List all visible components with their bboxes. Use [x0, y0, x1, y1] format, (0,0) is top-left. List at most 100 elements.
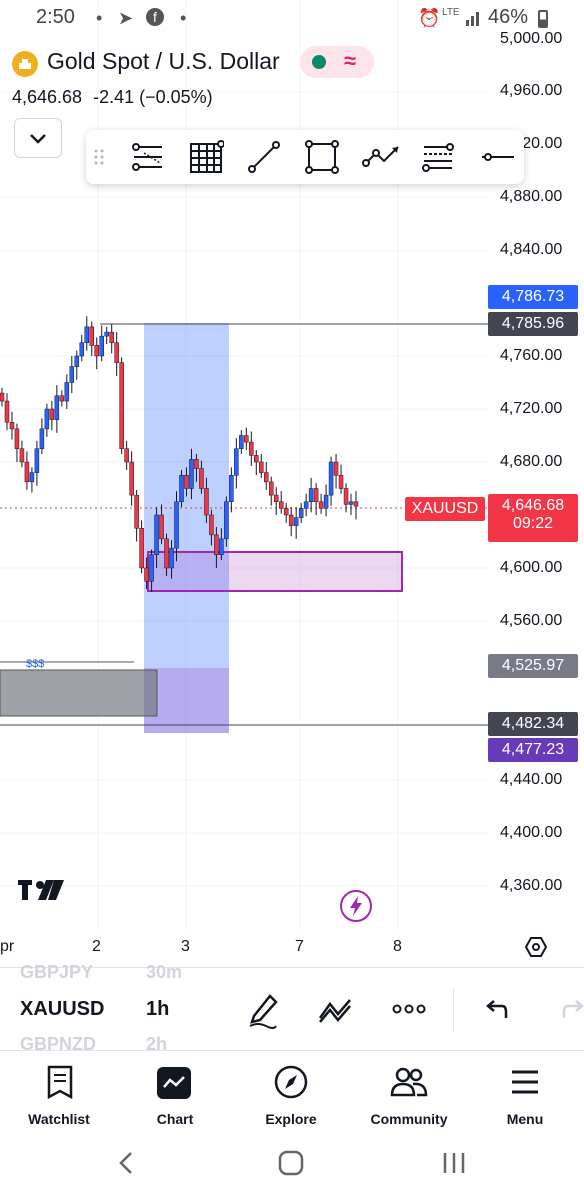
grid-icon[interactable] [188, 139, 224, 175]
trend-angle-icon[interactable] [130, 139, 166, 175]
price-label: 4,840.00 [500, 241, 563, 258]
purple-demand-zone [147, 551, 403, 592]
compass-icon [274, 1065, 308, 1099]
candle [164, 538, 169, 569]
market-open-dot [312, 55, 326, 69]
redo-icon[interactable] [560, 996, 584, 1024]
nav-label: Menu [506, 1111, 544, 1127]
settings-hex-icon[interactable] [524, 935, 548, 959]
collapse-button[interactable] [14, 118, 62, 158]
candle [99, 335, 104, 357]
indicators-icon[interactable] [316, 992, 356, 1028]
horizontal-line-icon[interactable] [480, 139, 516, 175]
telegram-icon: ➤ [118, 8, 134, 28]
candle [199, 468, 204, 489]
dot-icon: • [96, 8, 103, 28]
time-axis[interactable]: pr 2 3 7 8 [0, 930, 584, 966]
nav-menu[interactable]: Menu [470, 1059, 580, 1135]
nav-community[interactable]: Community [354, 1059, 464, 1135]
candle [273, 494, 279, 502]
back-icon[interactable] [115, 1150, 139, 1176]
candle [129, 461, 134, 496]
candle [124, 448, 129, 463]
candle [4, 400, 10, 423]
candle [313, 488, 319, 502]
candle [194, 459, 199, 469]
nav-label: Watchlist [28, 1111, 90, 1127]
candle [308, 488, 314, 502]
nav-label: Chart [156, 1111, 194, 1127]
menu-icon [512, 1070, 538, 1094]
chevron-down-icon [30, 134, 46, 144]
nav-label: Explore [265, 1111, 317, 1127]
symbol-title[interactable]: Gold Spot / U.S. Dollar [47, 48, 280, 75]
rectangle-icon[interactable] [304, 139, 340, 175]
battery-icon [538, 10, 548, 28]
nav-explore[interactable]: Explore [236, 1059, 346, 1135]
path-icon[interactable] [362, 139, 404, 175]
candle [254, 455, 259, 463]
price-tag-blue: 4,786.73 [488, 285, 578, 309]
current-symbol[interactable]: XAUUSD [20, 998, 104, 1021]
draw-pen-icon[interactable] [246, 990, 280, 1030]
candle [179, 475, 184, 502]
alarm-icon: ⏰ [418, 8, 441, 28]
candle [44, 408, 50, 430]
prev-interval[interactable]: 30m [146, 962, 182, 983]
system-nav[interactable] [0, 1136, 584, 1200]
candle [229, 475, 234, 502]
candle [104, 331, 109, 337]
drag-handle-icon[interactable] [92, 139, 106, 175]
gold-symbol-icon [12, 51, 38, 77]
candle [209, 514, 214, 536]
price-tag-level: 4,785.96 [488, 312, 578, 336]
candle [149, 554, 154, 582]
candle [29, 472, 35, 483]
candle [94, 345, 99, 357]
candle [219, 538, 224, 555]
nav-watchlist[interactable]: Watchlist [4, 1059, 114, 1135]
price-label: 4,960.00 [500, 82, 563, 99]
price-label: 4,560.00 [500, 612, 563, 629]
symbol-tag: XAUUSD [405, 497, 485, 521]
candle [49, 408, 55, 420]
current-interval[interactable]: 1h [146, 998, 169, 1021]
undo-icon[interactable] [482, 996, 510, 1024]
candle [114, 342, 119, 363]
candle [283, 508, 289, 516]
candle [348, 501, 354, 505]
divider [453, 988, 454, 1032]
bottom-nav[interactable]: Watchlist Chart Explore Community Menu [0, 1050, 584, 1137]
candle [298, 508, 304, 518]
current-price-tag: 4,646.68 09:22 [488, 494, 578, 542]
candle [184, 475, 189, 489]
candle [24, 461, 30, 483]
candle [278, 501, 284, 509]
recents-icon[interactable] [441, 1150, 467, 1176]
status-bar: 2:50 • ➤ f • ⏰ LTE 46% [0, 0, 584, 38]
prev-symbol[interactable]: GBPJPY [20, 962, 93, 983]
candle [224, 501, 229, 540]
fib-icon[interactable] [420, 139, 456, 175]
candle [74, 355, 80, 367]
price-tag-purple: 4,477.23 [488, 738, 578, 762]
candle [79, 342, 85, 357]
price-label: 4,760.00 [500, 347, 563, 364]
candle [259, 461, 264, 473]
drawing-toolbar[interactable] [86, 130, 524, 184]
market-status-pill[interactable]: ≈ [300, 46, 374, 78]
candle [288, 514, 294, 526]
candle [54, 395, 60, 420]
candle [234, 448, 239, 476]
nav-chart[interactable]: Chart [120, 1059, 230, 1135]
price-tag-gray: 4,525.97 [488, 654, 578, 678]
price-readout: 4,646.68 -2.41 (−0.05%) [12, 87, 213, 108]
facebook-icon: f [146, 8, 164, 26]
symbol-switcher[interactable]: GBPJPY 30m XAUUSD 1h GBPNZD 2h [0, 962, 584, 1054]
candle [249, 441, 254, 456]
trend-line-icon[interactable] [246, 139, 282, 175]
more-icon[interactable] [392, 1002, 426, 1016]
home-icon[interactable] [277, 1149, 305, 1177]
candle [338, 475, 344, 489]
candle [144, 567, 149, 582]
